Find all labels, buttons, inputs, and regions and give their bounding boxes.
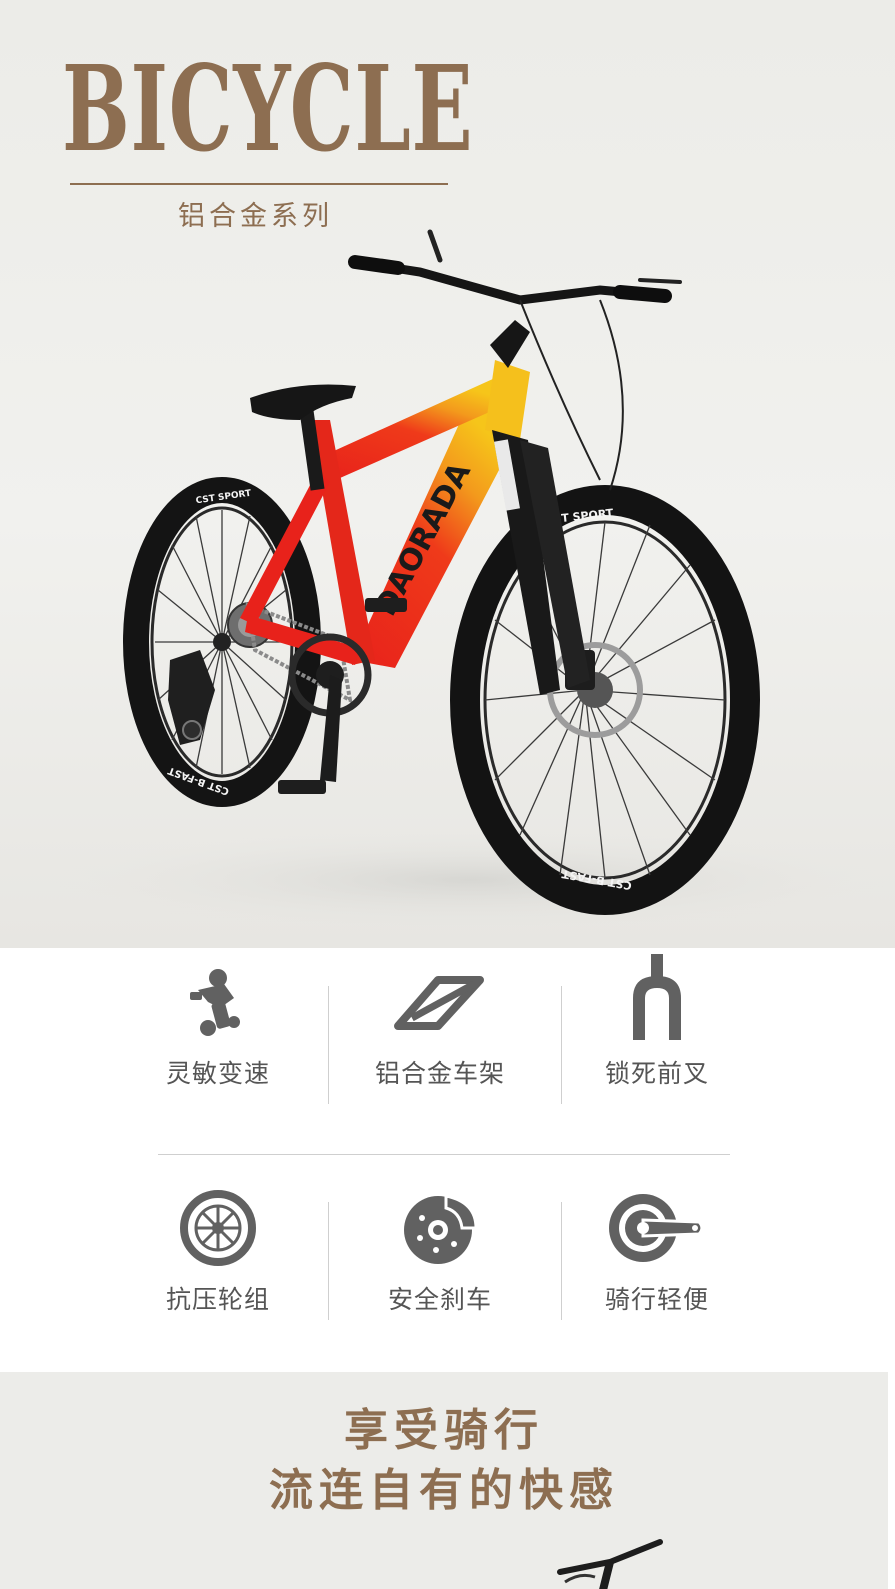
bike-frame-icon <box>394 976 484 1030</box>
feature-label-wheelset: 抗压轮组 <box>165 1285 270 1314</box>
promo-banner: 享受骑行 流连自有的快感 <box>0 1372 888 1589</box>
feature-label-brake: 安全刹车 <box>387 1285 492 1314</box>
rear-derailleur-icon <box>190 969 240 1036</box>
promo-line-2: 流连自有的快感 <box>269 1465 619 1516</box>
feature-item-brake: 安全刹车 <box>340 1188 540 1316</box>
promo-line-1: 享受骑行 <box>344 1405 544 1456</box>
bicycle-handlebar-partial <box>557 1539 663 1589</box>
feature-label-light-ride: 骑行轻便 <box>604 1285 709 1314</box>
product-page: BICYCLE 铝合金系列 CST SPORT CST B-FAST CST S… <box>0 0 895 1589</box>
feature-label-fork: 锁死前叉 <box>604 1059 709 1088</box>
feature-item-light-ride: 骑行轻便 <box>557 1188 757 1316</box>
feature-item-fork: 锁死前叉 <box>557 952 757 1090</box>
hero-section: BICYCLE 铝合金系列 CST SPORT CST B-FAST CST S… <box>0 0 895 948</box>
crankset-icon <box>609 1194 704 1262</box>
divider-vertical <box>328 986 329 1104</box>
feature-item-shifting: 灵敏变速 <box>118 962 318 1090</box>
feature-label-shifting: 灵敏变速 <box>165 1059 270 1088</box>
disc-brake-icon <box>404 1194 478 1264</box>
feature-grid: 灵敏变速 铝合金车架 锁死前叉 抗压轮组 安全刹车 骑行轻便 <box>0 948 895 1372</box>
wheel-icon <box>180 1190 256 1266</box>
divider-horizontal <box>158 1154 730 1155</box>
feature-item-wheelset: 抗压轮组 <box>118 1188 318 1316</box>
feature-label-frame: 铝合金车架 <box>374 1059 505 1088</box>
front-fork-icon <box>633 954 681 1040</box>
divider-vertical <box>328 1202 329 1320</box>
feature-item-frame: 铝合金车架 <box>340 962 540 1090</box>
bicycle-photo: CST SPORT CST B-FAST CST SPORT CST B-FAS… <box>50 229 890 930</box>
floor-shadow <box>50 830 890 930</box>
